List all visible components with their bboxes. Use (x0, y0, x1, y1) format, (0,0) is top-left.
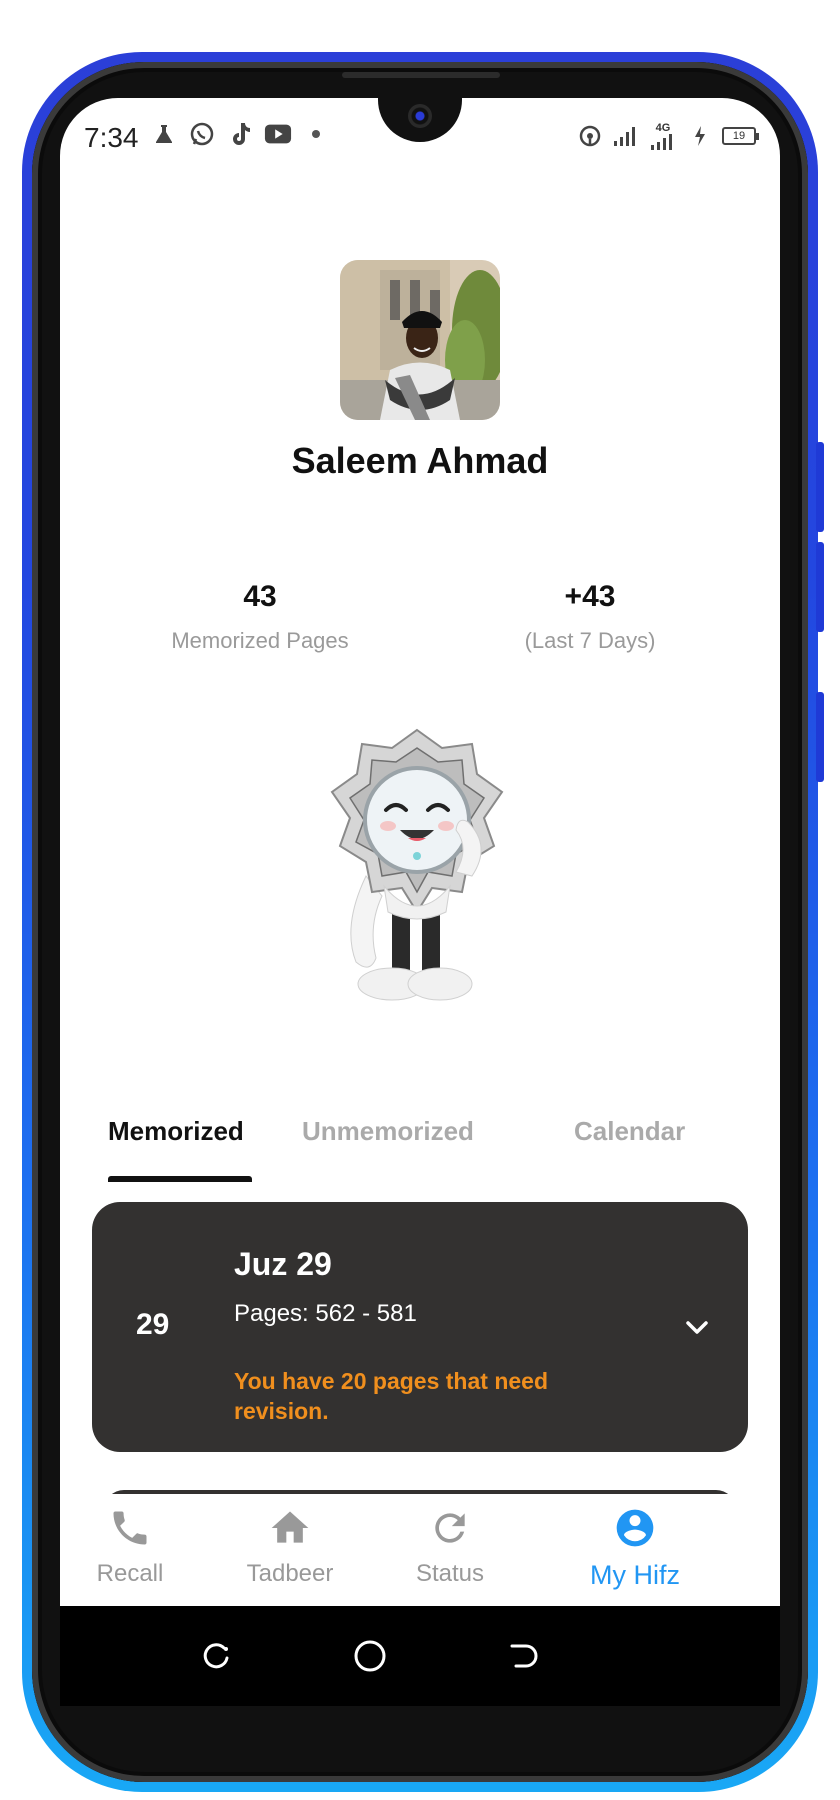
last-7-days-label: (Last 7 Days) (524, 628, 656, 653)
mascot-illustration (322, 726, 512, 1012)
system-status-icons: 4G 19 (576, 122, 759, 150)
earpiece-speaker (342, 72, 500, 78)
tab-calendar[interactable]: Calendar (574, 1116, 685, 1147)
charging-icon (686, 122, 714, 150)
signal-icon (612, 122, 640, 150)
nav-status-label: Status (415, 1560, 485, 1587)
juz-pages: Pages: 562 - 581 (234, 1300, 417, 1327)
active-tab-indicator (108, 1176, 252, 1182)
side-button (816, 692, 824, 782)
tab-unmemorized[interactable]: Unmemorized (302, 1116, 474, 1147)
dot-icon (302, 120, 330, 148)
chevron-down-icon[interactable] (682, 1312, 712, 1342)
battery-icon: 19 (722, 127, 759, 145)
refresh-icon (428, 1506, 472, 1550)
signal-4g-icon: 4G (648, 122, 678, 150)
app-screen: 7:34 4G 19 Saleem Ahmad 43 Memorized Pag… (60, 98, 780, 1606)
nav-status[interactable]: Status (390, 1506, 510, 1588)
account-circle-icon (613, 1506, 657, 1550)
nav-tadbeer-label: Tadbeer (246, 1560, 334, 1587)
side-button (816, 442, 824, 532)
profile-name: Saleem Ahmad (291, 440, 549, 481)
whatsapp-icon (188, 120, 216, 148)
juz-title: Juz 29 (234, 1246, 332, 1282)
tiktok-icon (226, 120, 254, 148)
youtube-icon (264, 120, 292, 148)
system-navigation-bar (60, 1606, 780, 1706)
nav-tadbeer[interactable]: Tadbeer (230, 1506, 350, 1588)
nav-recall-label: Recall (96, 1560, 164, 1587)
home-icon (268, 1506, 312, 1550)
status-time: 7:34 (84, 122, 139, 153)
back-icon[interactable] (504, 1636, 544, 1676)
side-button (816, 542, 824, 632)
bottom-navigation: Recall Tadbeer Status My Hifz (60, 1494, 780, 1606)
home-circle-icon[interactable] (350, 1636, 390, 1676)
nav-my-hifz[interactable]: My Hifz (550, 1506, 720, 1591)
memorized-pages-value: 43 (243, 580, 277, 613)
tab-overflow-fade (512, 1112, 552, 1154)
revision-warning: You have 20 pages that need revision. (234, 1368, 549, 1424)
tab-memorized[interactable]: Memorized (108, 1116, 244, 1147)
recents-icon[interactable] (198, 1636, 238, 1676)
nav-my-hifz-label: My Hifz (590, 1560, 680, 1590)
profile-avatar[interactable] (340, 260, 500, 420)
memorized-pages-stat: 43 Memorized Pages (110, 580, 410, 654)
flask-icon (150, 120, 178, 148)
notification-icons (150, 120, 330, 148)
last-7-days-value: +43 (564, 580, 616, 613)
memorized-pages-label: Memorized Pages (171, 628, 349, 653)
juz-card[interactable]: 29 Juz 29 Pages: 562 - 581 You have 20 p… (92, 1202, 748, 1452)
last-7-days-stat: +43 (Last 7 Days) (440, 580, 740, 654)
hotspot-icon (576, 122, 604, 150)
phone-icon (108, 1506, 152, 1550)
front-camera (408, 104, 432, 128)
juz-number: 29 (136, 1308, 170, 1341)
nav-recall[interactable]: Recall (70, 1506, 190, 1588)
content-tabs: Memorized Unmemorized Calendar (60, 1098, 780, 1182)
